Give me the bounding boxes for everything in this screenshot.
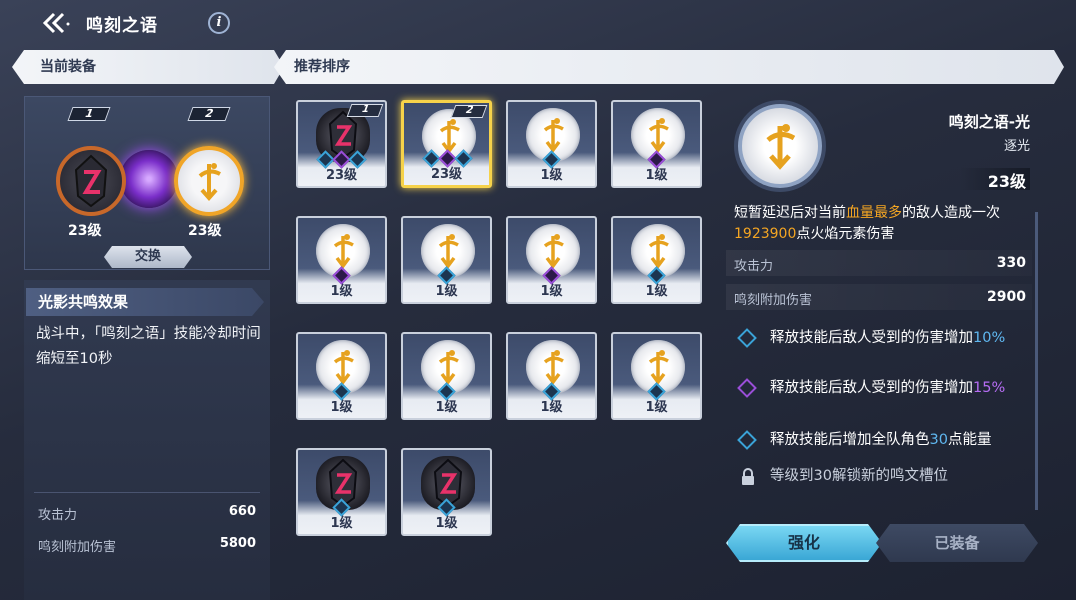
back-chevron-icon: [42, 12, 70, 34]
rune-card-level: 1级: [645, 168, 668, 183]
slot-2-level: 23级: [188, 223, 222, 239]
rune-card[interactable]: 23级 1: [296, 100, 387, 188]
resonance-desc: 战斗中，「鸣刻之语」技能冷却时间缩短至10秒: [36, 326, 261, 367]
slot-2-badge: 2: [187, 107, 231, 121]
rune-card-level: 1级: [645, 284, 668, 299]
locked-note: 等级到30解锁新的鸣文槽位: [770, 468, 948, 484]
rune-card[interactable]: 1级: [296, 216, 387, 304]
rune-card-level: 23级: [430, 167, 463, 182]
rune-card[interactable]: 1级: [401, 216, 492, 304]
resonance-core-icon: [120, 150, 178, 208]
blue-rune-slot-icon: [737, 430, 757, 450]
stat-label: 鸣刻附加伤害: [734, 293, 813, 308]
stat-row: 攻击力 330: [726, 250, 1032, 276]
rune-card[interactable]: 23级 2: [401, 100, 492, 188]
rune-card-level: 1级: [540, 400, 563, 415]
equipped-slot-badge: 1: [346, 104, 384, 117]
effect-row: 释放技能后增加全队角色30点能量: [737, 430, 1030, 452]
rune-card-level: 1级: [435, 284, 458, 299]
light-rune-icon: [766, 124, 796, 170]
rune-card[interactable]: 1级: [506, 332, 597, 420]
rune-card[interactable]: 1级: [506, 216, 597, 304]
slot-1-badge: 1: [67, 107, 111, 121]
rune-card[interactable]: 1级: [296, 448, 387, 536]
rune-card-level: 1级: [435, 516, 458, 531]
selected-light-rune-icon: [738, 104, 822, 188]
lock-icon: [742, 468, 754, 485]
rune-card-level: 1级: [330, 400, 353, 415]
effect-row: 释放技能后敌人受到的伤害增加15%: [737, 378, 1030, 420]
desc-text: 的敌人造成一次: [902, 205, 1000, 221]
rune-description: 短暂延迟后对当前血量最多的敌人造成一次 1923900点火焰元素伤害: [734, 203, 1024, 245]
top-bar: 鸣刻之语 i: [0, 0, 1076, 44]
effect-text: 释放技能后敌人受到的伤害增加: [770, 380, 973, 396]
resonance-title: 光影共鸣效果: [26, 288, 264, 316]
left-stat-value: 660: [228, 504, 256, 519]
strengthen-button[interactable]: 强化: [726, 524, 882, 562]
effect-unit: %: [991, 330, 1006, 346]
info-icon[interactable]: i: [208, 12, 230, 34]
page-title: 鸣刻之语: [86, 16, 158, 36]
swap-button[interactable]: 交换: [104, 246, 192, 268]
locked-slot-row: 等级到30解锁新的鸣文槽位: [740, 466, 1030, 488]
rune-card-level: 1级: [540, 168, 563, 183]
current-equip-banner: 当前装备: [12, 50, 284, 84]
rune-card-level: 1级: [330, 516, 353, 531]
stat-row: 鸣刻附加伤害 2900: [726, 284, 1032, 310]
rune-card-level: 1级: [645, 400, 668, 415]
light-rune-icon: [198, 163, 221, 202]
desc-text: 点火焰元素伤害: [796, 226, 895, 242]
effect-row: 释放技能后敌人受到的伤害增加10%: [737, 328, 1030, 370]
rune-subtitle: 逐光: [1003, 139, 1030, 154]
stat-label: 攻击力: [734, 259, 774, 274]
rune-card-level: 23级: [325, 168, 358, 183]
slot-1-level: 23级: [68, 223, 102, 239]
effect-unit: %: [991, 380, 1006, 396]
purple-rune-slot-icon: [737, 378, 757, 398]
equipped-slot-badge: 2: [450, 105, 488, 118]
recommend-sort-banner: 推荐排序: [274, 50, 1064, 84]
rune-card-level: 1级: [540, 284, 563, 299]
back-button[interactable]: [38, 10, 72, 36]
rune-level: 23级: [960, 168, 1030, 191]
effect-value: 30: [929, 432, 948, 448]
rune-card[interactable]: 1级: [611, 100, 702, 188]
blue-rune-slot-icon: [737, 328, 757, 348]
left-stat-value: 5800: [219, 536, 256, 551]
rune-card[interactable]: 1级: [611, 332, 702, 420]
rune-card[interactable]: 1级: [401, 332, 492, 420]
rune-card-level: 1级: [330, 284, 353, 299]
desc-text: 短暂延迟后对当前: [734, 205, 846, 221]
rune-card-level: 1级: [435, 400, 458, 415]
left-stat-label: 鸣刻附加伤害: [38, 540, 117, 555]
rune-card[interactable]: 1级: [611, 216, 702, 304]
effect-value: 15: [973, 380, 992, 396]
effect-unit: 点能量: [947, 432, 992, 448]
rune-card[interactable]: 1级: [296, 332, 387, 420]
stat-value: 2900: [987, 289, 1026, 305]
equipped-light-rune-icon[interactable]: [174, 146, 244, 216]
effect-value: 10: [973, 330, 992, 346]
rune-name: 鸣刻之语-光: [948, 113, 1030, 131]
dark-crystal-icon: [74, 154, 108, 208]
equipped-dark-rune-icon[interactable]: [56, 146, 126, 216]
desc-highlight: 血量最多: [846, 205, 902, 221]
effect-text: 释放技能后敌人受到的伤害增加: [770, 330, 973, 346]
effect-text: 释放技能后增加全队角色: [770, 432, 930, 448]
divider: [34, 492, 260, 493]
left-stat-label: 攻击力: [38, 508, 78, 523]
desc-damage-value: 1923900: [734, 226, 797, 242]
stat-value: 330: [996, 255, 1026, 271]
rune-card[interactable]: 1级: [401, 448, 492, 536]
rune-card[interactable]: 1级: [506, 100, 597, 188]
detail-scrollbar[interactable]: [1035, 212, 1038, 510]
equipped-button[interactable]: 已装备: [876, 524, 1038, 562]
